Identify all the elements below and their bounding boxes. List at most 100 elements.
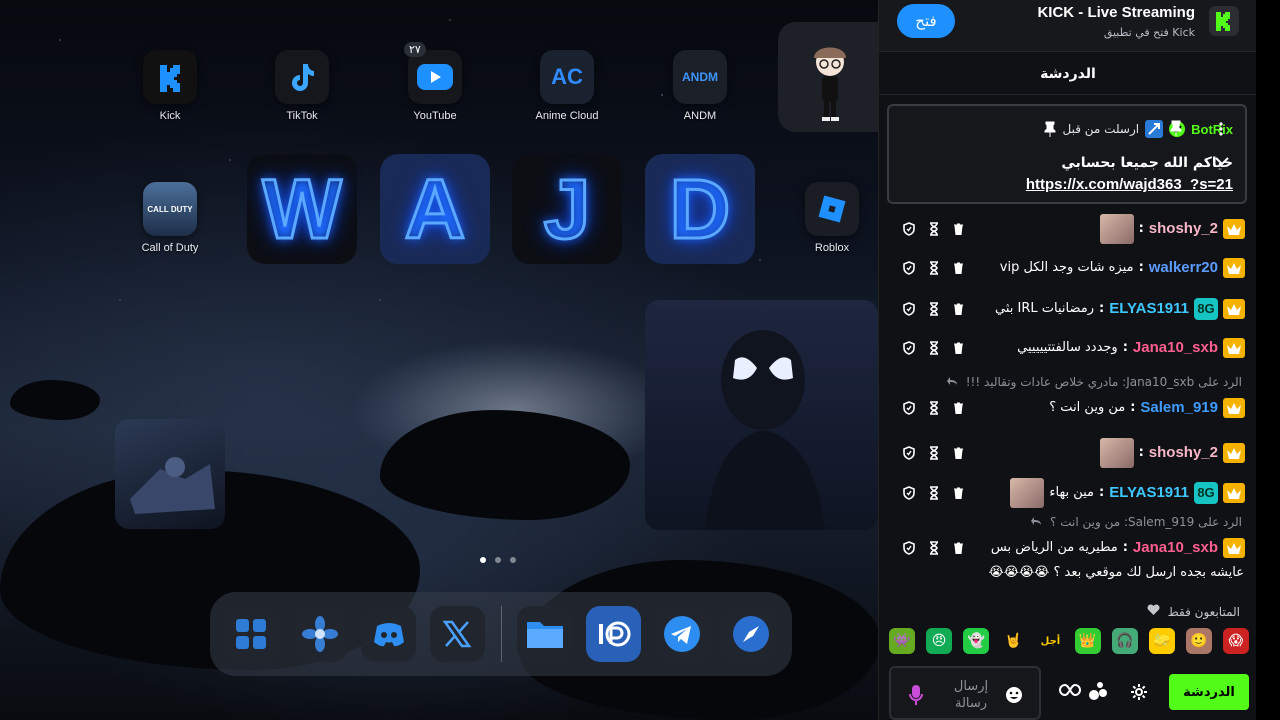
app-anime-cloud[interactable]: AC Anime Cloud — [522, 50, 612, 122]
delete-trash-icon[interactable] — [953, 262, 964, 274]
page-dot — [480, 557, 486, 563]
spiderman-photo-widget[interactable] — [645, 300, 878, 530]
spiderman-mask-icon — [705, 330, 825, 530]
delete-trash-icon[interactable] — [953, 342, 964, 354]
shield-icon[interactable] — [903, 486, 915, 500]
delete-trash-icon[interactable] — [953, 223, 964, 235]
app-label: Anime Cloud — [535, 110, 599, 122]
app-youtube[interactable]: ٢٧ YouTube — [390, 42, 480, 122]
timeout-hourglass-icon[interactable] — [929, 302, 939, 316]
app-andm[interactable]: ANDM ANDM — [655, 50, 745, 122]
photos-icon[interactable] — [292, 606, 348, 662]
reply-context[interactable]: الرد على Jana10_sxb: مادري خلاص عادات وت… — [895, 375, 1242, 389]
emote-angry-icon[interactable]: 😠 — [926, 628, 953, 654]
message-row: shoshy_2: — [889, 438, 1245, 468]
delete-trash-icon[interactable] — [953, 402, 964, 414]
chat-message[interactable]: Salem_919: من وين انت ؟ — [889, 398, 1245, 418]
message-text: وجددد سالفتتيييييي — [1017, 340, 1118, 355]
chat-message[interactable]: walkerr20: ميزه شات وجد الكل vip — [889, 258, 1245, 278]
chat-message[interactable]: 8G ELYAS1911: مين بهاء — [889, 478, 1245, 508]
chat-username[interactable]: Salem_919 — [1140, 398, 1218, 418]
timeout-hourglass-icon[interactable] — [929, 446, 939, 460]
chat-username[interactable]: Jana10_sxb — [1133, 338, 1218, 358]
ibis-paint-icon[interactable] — [586, 606, 641, 662]
timeout-hourglass-icon[interactable] — [929, 341, 939, 355]
emote-text-icon[interactable]: أجل — [1037, 628, 1063, 654]
message-image[interactable] — [1099, 438, 1134, 468]
page-indicator[interactable] — [480, 557, 516, 563]
chat-message[interactable]: shoshy_2: — [889, 214, 1245, 244]
emote-ghost-icon[interactable]: 👻 — [963, 628, 990, 654]
chat-username[interactable]: shoshy_2 — [1149, 443, 1218, 463]
delete-trash-icon[interactable] — [953, 487, 964, 499]
emoji-picker-icon[interactable] — [1005, 686, 1023, 704]
chat-message[interactable]: Jana10_sxb: مطيريه من الرياض بس — [889, 538, 1245, 558]
emote-crown-icon[interactable]: 👑 — [1074, 628, 1101, 654]
message-image[interactable] — [1010, 478, 1045, 508]
shield-icon[interactable] — [903, 302, 915, 316]
shield-icon[interactable] — [903, 261, 915, 275]
chat-username[interactable]: shoshy_2 — [1149, 219, 1218, 239]
x-icon[interactable] — [429, 606, 485, 662]
timeout-hourglass-icon[interactable] — [929, 261, 939, 275]
timeout-hourglass-icon[interactable] — [929, 486, 939, 500]
infinity-icon[interactable] — [1059, 684, 1081, 696]
timeout-hourglass-icon[interactable] — [929, 222, 939, 236]
neon-letter-widget-w[interactable]: W — [247, 154, 357, 264]
character-widget[interactable] — [778, 22, 878, 132]
chat-send-button[interactable]: الدردشة — [1169, 674, 1249, 710]
pinned-username[interactable]: BotRix — [1191, 122, 1233, 137]
emote-gremlin-icon[interactable]: 👾 — [889, 628, 915, 654]
chat-message[interactable]: shoshy_2: — [889, 438, 1245, 468]
chat-message[interactable]: Jana10_sxb: وجددد سالفتتيييييي — [889, 338, 1245, 358]
neon-letter-widget-d[interactable]: D — [645, 154, 755, 264]
shield-icon[interactable] — [903, 541, 915, 555]
reply-context[interactable]: الرد على Salem_919: من وين انت ؟ — [895, 515, 1242, 529]
settings-gear-icon[interactable] — [1131, 684, 1147, 700]
open-in-app-button[interactable]: فتح — [897, 4, 955, 38]
app-tiktok[interactable]: TikTok — [257, 50, 347, 122]
message-image[interactable] — [1099, 214, 1134, 244]
shield-icon[interactable] — [903, 401, 915, 415]
files-icon[interactable] — [517, 606, 573, 662]
delete-trash-icon[interactable] — [953, 447, 964, 459]
timeout-hourglass-icon[interactable] — [929, 401, 939, 415]
message-text: من وين انت ؟ — [1049, 400, 1126, 415]
app-kick[interactable]: Kick — [125, 50, 215, 122]
timeout-hourglass-icon[interactable] — [929, 541, 939, 555]
discord-icon[interactable] — [361, 606, 416, 662]
chat-username[interactable]: ELYAS1911 — [1109, 483, 1189, 503]
shield-icon[interactable] — [903, 222, 915, 236]
neon-letter-widget-a[interactable]: A — [380, 154, 490, 264]
chat-username[interactable]: ELYAS1911 — [1109, 299, 1189, 319]
delete-trash-icon[interactable] — [953, 303, 964, 315]
shield-icon[interactable] — [903, 446, 915, 460]
emote-hand-icon[interactable]: 🤘 — [1000, 628, 1026, 654]
shield-icon[interactable] — [903, 341, 915, 355]
app-roblox[interactable]: Roblox — [787, 182, 877, 254]
message-input[interactable]: إرسال رسالة — [889, 666, 1041, 720]
photo-widget[interactable] — [115, 419, 225, 529]
chat-username[interactable]: Jana10_sxb — [1133, 538, 1218, 558]
delete-trash-icon[interactable] — [953, 542, 964, 554]
more-options-icon[interactable] — [1219, 122, 1223, 136]
neon-letter-widget-j[interactable]: J — [512, 154, 622, 264]
app-call-of-duty[interactable]: CALL DUTY Call of Duty — [125, 182, 215, 254]
safari-icon[interactable] — [723, 606, 778, 662]
app-library-icon[interactable] — [224, 606, 279, 662]
unpin-icon[interactable] — [1169, 120, 1183, 136]
pinned-message[interactable]: BotRix ارسلت من قبل حياكم الله جميعا بحس… — [887, 104, 1247, 204]
telegram-icon[interactable] — [654, 606, 710, 662]
chat-message[interactable]: 8G ELYAS1911: رمضانيات IRL بثي — [889, 298, 1245, 320]
microphone-icon[interactable] — [909, 684, 923, 706]
emote-face-icon[interactable]: 🙂 — [1185, 628, 1212, 654]
chat-username[interactable]: walkerr20 — [1149, 258, 1218, 278]
chevron-down-icon[interactable] — [1215, 156, 1229, 166]
users-icon[interactable] — [1087, 680, 1109, 702]
emote-scream-icon[interactable]: 😱 — [1222, 628, 1249, 654]
message-row: 8G ELYAS1911: رمضانيات IRL بثي — [889, 298, 1245, 320]
pinned-link[interactable]: https://x.com/wajd363_?s=21 — [1026, 174, 1233, 196]
emote-sponge-icon[interactable]: 🧽 — [1148, 628, 1175, 654]
reply-arrow-icon — [946, 377, 957, 385]
emote-gamer-icon[interactable]: 🎧 — [1111, 628, 1138, 654]
